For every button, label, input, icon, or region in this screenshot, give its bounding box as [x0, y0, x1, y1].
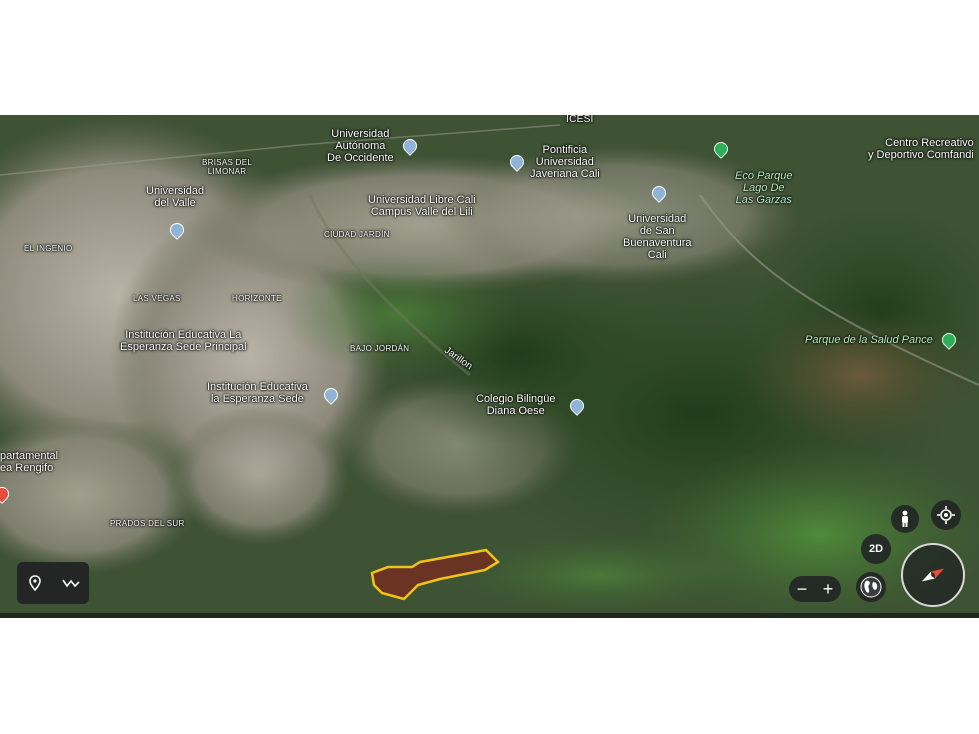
label-parquesalud: Parque de la Salud Pance [805, 334, 933, 346]
label-bilingue: Colegio Bilingüe Diana Oese [476, 393, 556, 417]
label-lasvegas: LAS VEGAS [133, 294, 181, 303]
label-ecoparque: Eco Parque Lago De Las Garzas [735, 170, 793, 206]
label-prados: PRADOS DEL SUR [110, 519, 185, 528]
label-icesi: ICESI [566, 115, 594, 125]
label-libre: Universidad Libre Cali Campus Valle del … [368, 194, 476, 218]
zoom-out-button[interactable]: − [797, 579, 808, 600]
location-pin-icon[interactable] [27, 575, 43, 591]
label-ingenio: EL INGENIO [24, 244, 73, 253]
attribution-bar [0, 613, 979, 618]
label-departamental: partamental ea Rengifo [0, 450, 59, 474]
label-javeriana: Pontificia Universidad Javeriana Cali [530, 144, 600, 180]
label-ciudadjardin: CIUDAD JARDÍN [324, 230, 390, 239]
compass-icon[interactable] [901, 543, 965, 607]
drawing-toolbox [17, 562, 89, 604]
label-brisas: BRISAS DEL LIMONAR [202, 158, 253, 176]
label-bajojordan: BAJO JORDÁN [350, 344, 410, 353]
measure-path-icon[interactable] [61, 577, 80, 589]
map-viewport[interactable]: ICESI Universidad Autónoma De Occidente … [0, 115, 979, 618]
zoom-in-button[interactable]: + [823, 579, 834, 600]
label-uao: Universidad Autónoma De Occidente [327, 128, 394, 164]
globe-icon[interactable] [856, 572, 886, 602]
label-univalle: Universidad del Valle [146, 185, 205, 209]
label-sanbuenaventura: Universidad de San Buenaventura Cali [623, 213, 692, 261]
label-horizonte: HORIZONTE [232, 294, 282, 303]
zoom-control: − + [789, 576, 841, 602]
my-location-icon[interactable] [931, 500, 961, 530]
label-esperanza-principal: Institución Educativa La Esperanza Sede … [120, 329, 247, 353]
mode-2d-button[interactable]: 2D [861, 534, 891, 564]
label-comfandi: Centro Recreativo y Deportivo Comfandi [868, 137, 974, 161]
street-view-person-icon[interactable] [891, 505, 919, 533]
label-esperanza-sede: Institución Educativa la Esperanza Sede [207, 381, 308, 405]
